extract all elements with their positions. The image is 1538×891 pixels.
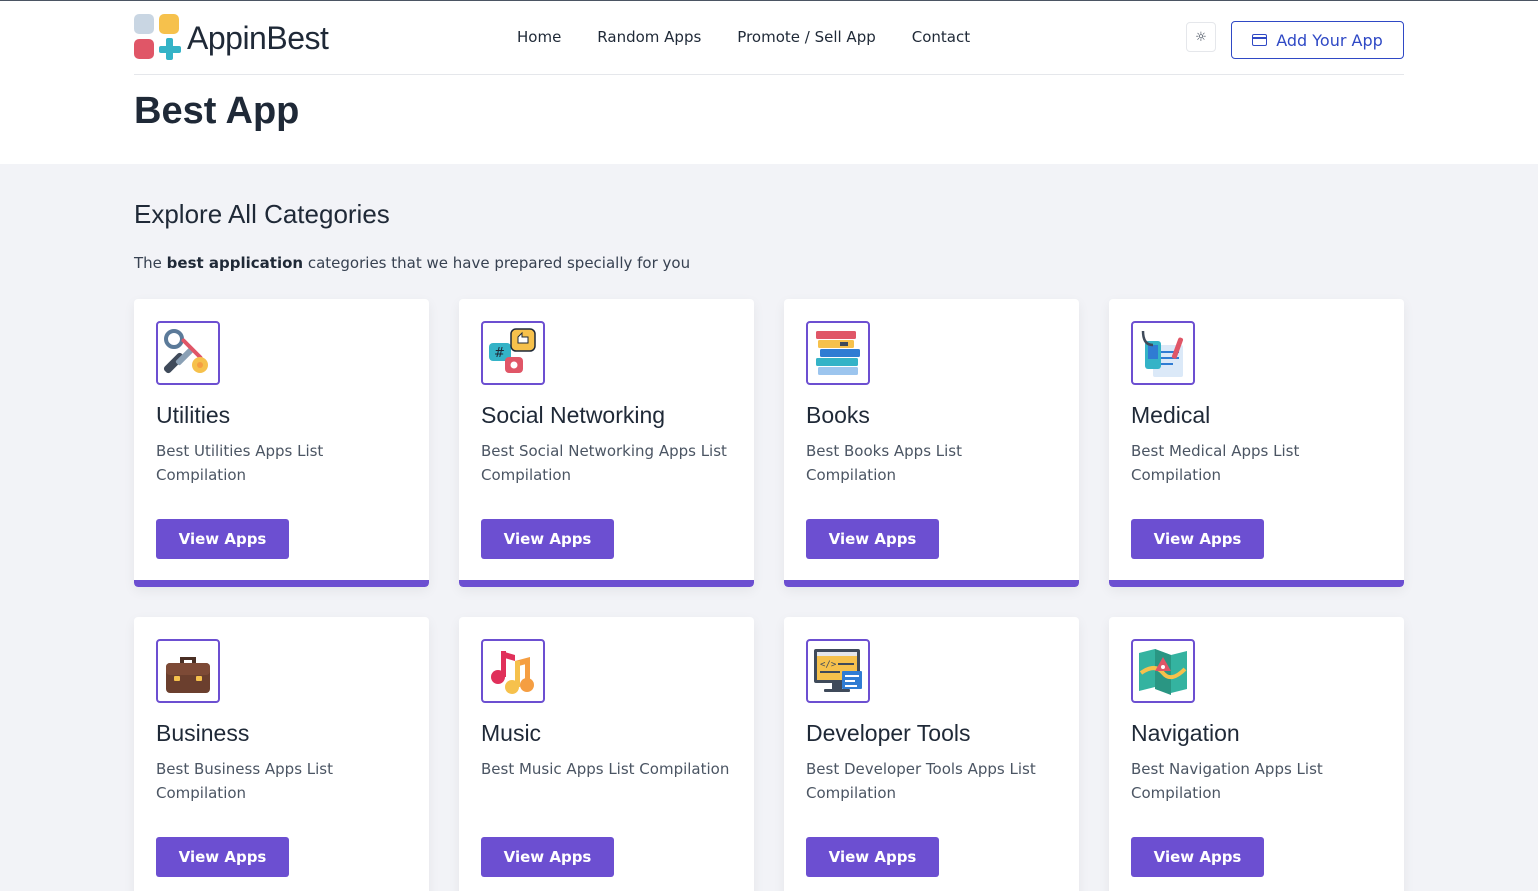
card-accent-bar	[1109, 580, 1404, 587]
add-your-app-button[interactable]: Add Your App	[1231, 21, 1404, 59]
add-your-app-label: Add Your App	[1276, 30, 1383, 50]
main-nav: Home Random Apps Promote / Sell App Cont…	[517, 28, 970, 46]
category-title: Navigation	[1131, 720, 1240, 746]
nav-home[interactable]: Home	[517, 28, 561, 46]
music-note-icon	[481, 639, 545, 703]
section-subtitle: The best application categories that we …	[134, 254, 691, 272]
category-card-utilities: Utilities Best Utilities Apps List Compi…	[134, 299, 429, 587]
category-card-medical: Medical Best Medical Apps List Compilati…	[1109, 299, 1404, 587]
view-apps-button[interactable]: View Apps	[1131, 837, 1264, 877]
page-title: Best App	[134, 90, 300, 132]
category-description: Best Navigation Apps List Compilation	[1131, 760, 1323, 802]
category-title: Social Networking	[481, 402, 666, 428]
category-description: Best Utilities Apps List Compilation	[156, 442, 324, 484]
view-apps-button[interactable]: View Apps	[156, 837, 289, 877]
svg-text:</>: </>	[820, 660, 837, 670]
site-logo[interactable]: AppinBest	[134, 14, 329, 62]
category-description: Best Books Apps List Compilation	[806, 442, 963, 484]
category-card-music: Music Best Music Apps List Compilation V…	[459, 617, 754, 891]
social-chat-icon: #	[481, 321, 545, 385]
category-title: Books	[806, 402, 870, 428]
category-description: Best Business Apps List Compilation	[156, 760, 334, 802]
card-accent-bar	[459, 580, 754, 587]
tools-icon	[156, 321, 220, 385]
nav-contact[interactable]: Contact	[912, 28, 970, 46]
section-title: Explore All Categories	[134, 199, 390, 229]
theme-toggle-button[interactable]: ☼	[1186, 22, 1216, 52]
view-apps-button[interactable]: View Apps	[1131, 519, 1264, 559]
category-card-navigation: Navigation Best Navigation Apps List Com…	[1109, 617, 1404, 891]
category-card-social-networking: # Social Networking Best Social Networki…	[459, 299, 754, 587]
category-card-business: Business Best Business Apps List Compila…	[134, 617, 429, 891]
category-description: Best Music Apps List Compilation	[481, 760, 730, 778]
card-accent-bar	[134, 580, 429, 587]
logo-mark-icon	[134, 14, 182, 62]
categories-section: Explore All Categories The best applicat…	[0, 164, 1538, 891]
category-description: Best Developer Tools Apps List Compilati…	[806, 760, 1036, 802]
books-icon	[806, 321, 870, 385]
view-apps-button[interactable]: View Apps	[806, 519, 939, 559]
category-title: Utilities	[156, 402, 231, 428]
medical-icon	[1131, 321, 1195, 385]
category-title: Business	[156, 720, 250, 746]
nav-promote-sell-app[interactable]: Promote / Sell App	[737, 28, 875, 46]
card-accent-bar	[784, 580, 1079, 587]
view-apps-button[interactable]: View Apps	[481, 837, 614, 877]
category-title: Developer Tools	[806, 720, 971, 746]
category-card-developer-tools: </> Developer Tools Best Developer Tools…	[784, 617, 1079, 891]
nav-random-apps[interactable]: Random Apps	[597, 28, 701, 46]
site-header: AppinBest Home Random Apps Promote / Sel…	[134, 1, 1404, 75]
category-description: Best Medical Apps List Compilation	[1131, 442, 1300, 484]
view-apps-button[interactable]: View Apps	[156, 519, 289, 559]
code-monitor-icon: </>	[806, 639, 870, 703]
category-description: Best Social Networking Apps List Compila…	[481, 442, 727, 484]
category-title: Music	[481, 720, 542, 746]
category-title: Medical	[1131, 402, 1211, 428]
map-icon	[1131, 639, 1195, 703]
svg-text:#: #	[494, 346, 505, 361]
briefcase-icon	[156, 639, 220, 703]
sun-icon: ☼	[1195, 29, 1207, 45]
view-apps-button[interactable]: View Apps	[806, 837, 939, 877]
logo-text: AppinBest	[187, 19, 329, 56]
view-apps-button[interactable]: View Apps	[481, 519, 614, 559]
store-icon	[1252, 34, 1268, 46]
category-card-books: Books Best Books Apps List Compilation V…	[784, 299, 1079, 587]
